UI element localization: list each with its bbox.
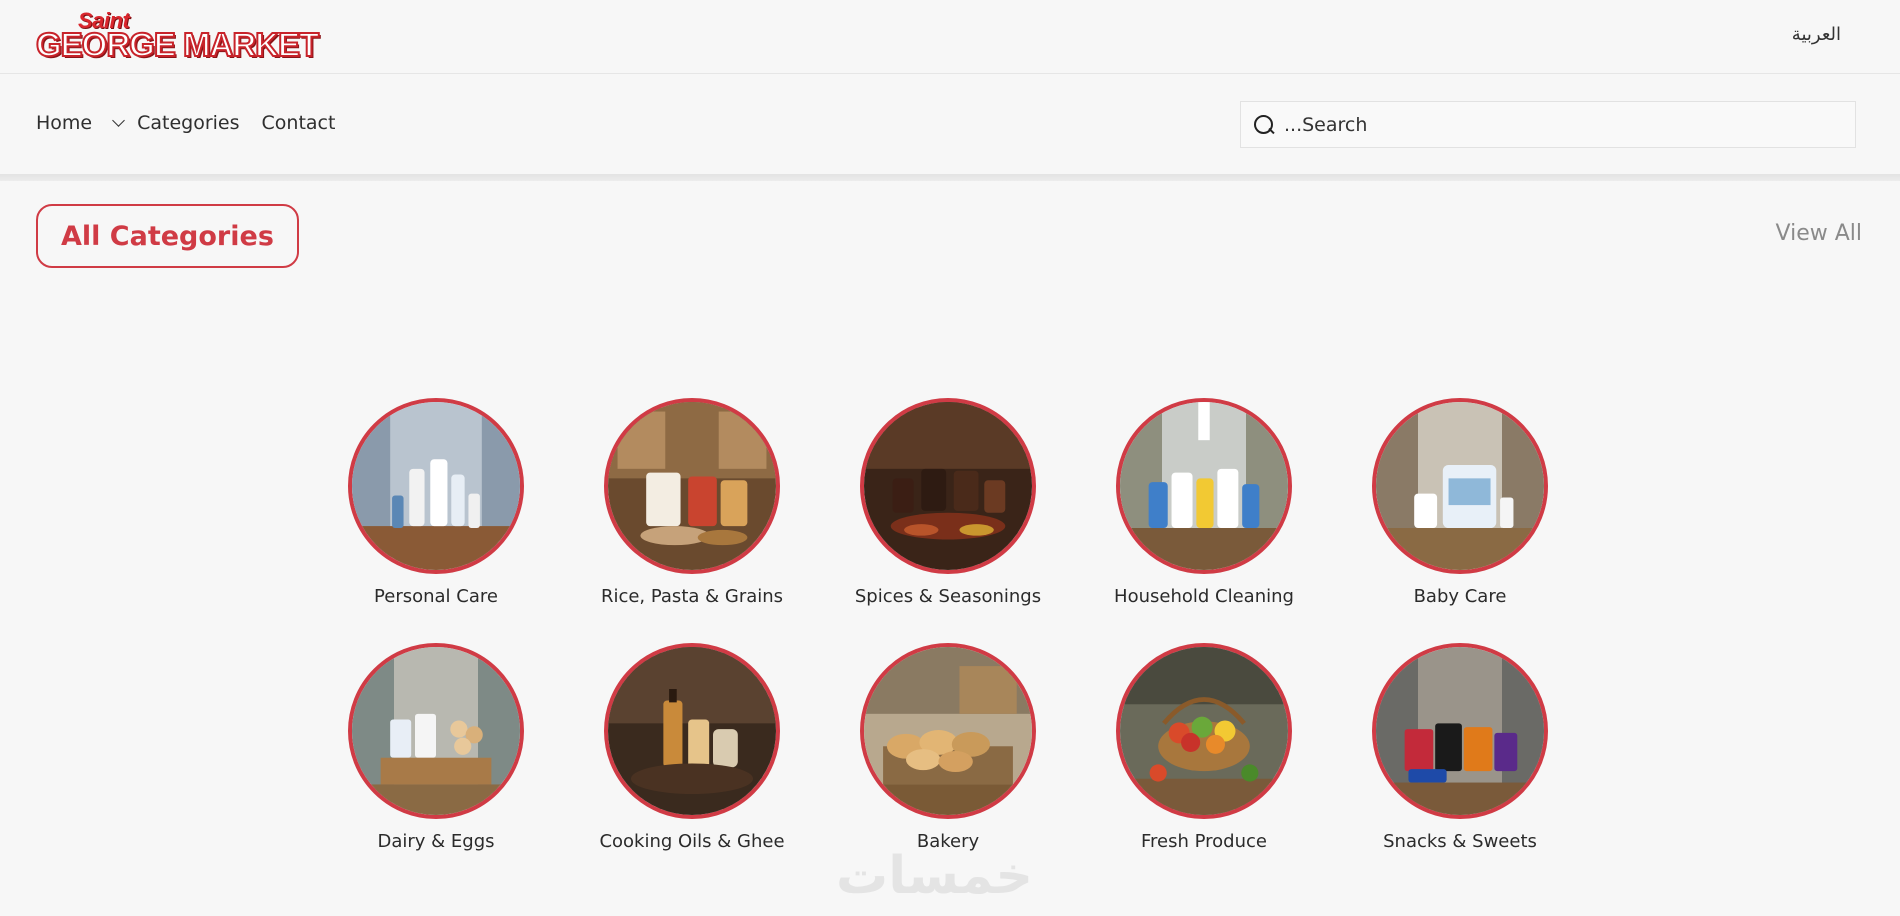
nav-categories-label: Categories xyxy=(137,112,240,134)
dairy-eggs-image[interactable] xyxy=(348,643,524,819)
category-label: Household Cleaning xyxy=(1114,586,1294,607)
category-label: Personal Care xyxy=(374,586,498,607)
category-rice-pasta-grains[interactable]: Rice, Pasta & Grains xyxy=(572,398,812,607)
category-household-cleaning[interactable]: Household Cleaning xyxy=(1084,398,1324,607)
category-cooking-oils-ghee[interactable]: Cooking Oils & Ghee xyxy=(572,643,812,852)
category-label: Cooking Oils & Ghee xyxy=(599,831,785,852)
category-dairy-eggs[interactable]: Dairy & Eggs xyxy=(316,643,556,852)
category-label: Rice, Pasta & Grains xyxy=(600,586,784,607)
nav-contact-label: Contact xyxy=(261,112,336,134)
search-icon[interactable] xyxy=(1253,114,1275,136)
nav-home-label: Home xyxy=(36,112,93,134)
category-label: Snacks & Sweets xyxy=(1383,831,1537,852)
watermark: خمسات xyxy=(836,846,1034,906)
category-personal-care[interactable]: Personal Care xyxy=(316,398,556,607)
logo[interactable]: Saint GEORGE MARKET xyxy=(35,8,320,64)
cooking-oils-ghee-image[interactable] xyxy=(604,643,780,819)
category-snacks-sweets[interactable]: Snacks & Sweets xyxy=(1340,643,1580,852)
baby-care-image[interactable] xyxy=(1372,398,1548,574)
household-cleaning-image[interactable] xyxy=(1116,398,1292,574)
view-all-link[interactable]: View All xyxy=(1776,221,1862,246)
category-label: Fresh Produce xyxy=(1141,831,1267,852)
logo-main-text: GEORGE MARKET xyxy=(35,25,320,64)
nav-home[interactable]: Home xyxy=(36,112,92,134)
category-baby-care[interactable]: Baby Care xyxy=(1340,398,1580,607)
fresh-produce-image[interactable] xyxy=(1116,643,1292,819)
nav-contact[interactable]: Contact xyxy=(262,112,336,134)
section-title: All Categories xyxy=(36,204,299,268)
spices-seasonings-image[interactable] xyxy=(860,398,1036,574)
top-header: Saint GEORGE MARKET العربية xyxy=(0,0,1900,74)
category-label: Baby Care xyxy=(1413,586,1507,607)
category-label: Spices & Seasonings xyxy=(854,586,1042,607)
language-switch-link[interactable]: العربية xyxy=(1792,24,1841,45)
search-input[interactable] xyxy=(1284,113,1824,136)
rice-pasta-grains-image[interactable] xyxy=(604,398,780,574)
personal-care-image[interactable] xyxy=(348,398,524,574)
nav-categories[interactable]: Categories xyxy=(112,112,240,134)
main-nav: Home Categories Contact xyxy=(0,74,1900,174)
category-label: Dairy & Eggs xyxy=(377,831,495,852)
nav-links: Home Categories Contact xyxy=(36,112,335,134)
nav-divider xyxy=(0,174,1900,181)
bakery-image[interactable] xyxy=(860,643,1036,819)
snacks-sweets-image[interactable] xyxy=(1372,643,1548,819)
category-spices-seasonings[interactable]: Spices & Seasonings xyxy=(828,398,1068,607)
search-box[interactable] xyxy=(1240,101,1856,148)
chevron-down-icon xyxy=(112,113,125,127)
category-bakery[interactable]: Bakery xyxy=(828,643,1068,852)
category-fresh-produce[interactable]: Fresh Produce xyxy=(1084,643,1324,852)
